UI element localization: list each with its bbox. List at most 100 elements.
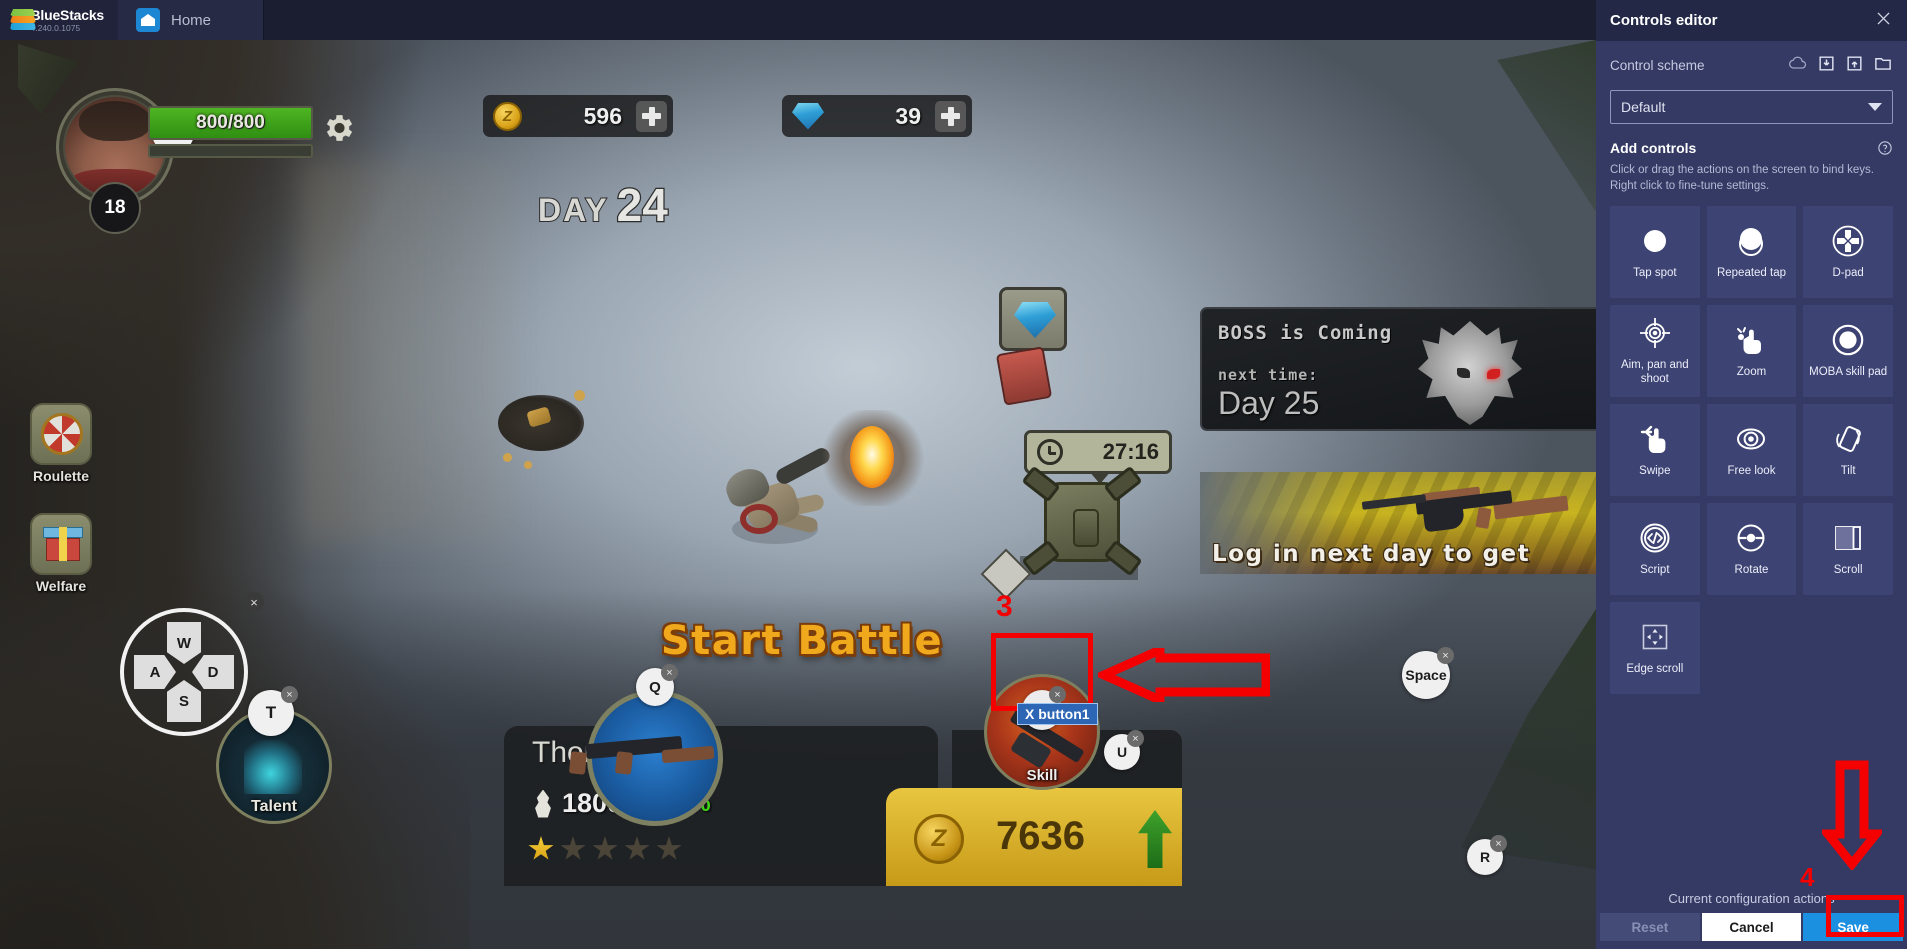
login-reward-banner[interactable]: Log in next day to get [1200,472,1596,574]
close-icon[interactable] [1874,9,1893,33]
help-circle-icon[interactable] [1877,140,1893,161]
dpad-right-key[interactable]: D [192,655,234,689]
keybind-q-remove-icon[interactable]: × [661,664,678,681]
cloud-sync-icon[interactable] [1788,53,1808,78]
explosion-effect [820,410,926,506]
keybind-q-label: Q [649,678,661,696]
gold-value: 596 [583,102,622,129]
loot-pile[interactable] [498,395,584,451]
tile-script[interactable]: Script [1610,503,1700,596]
tab-home[interactable]: Home [118,0,264,40]
upgrade-arrow-icon[interactable] [1138,810,1172,868]
turret-sprite[interactable] [1021,465,1143,577]
star-filled [528,836,554,860]
keybind-q[interactable]: Q × [636,664,678,706]
zoom-icon [1735,323,1767,357]
add-controls-title: Add controls [1610,140,1697,156]
tile-d-pad[interactable]: D-pad [1803,206,1893,299]
talent-glow-icon [244,740,302,794]
dpad-left-key[interactable]: A [134,655,176,689]
start-battle-button[interactable]: Start Battle [627,618,977,664]
rotate-icon [1735,521,1767,555]
cancel-button[interactable]: Cancel [1701,913,1802,941]
scroll-icon [1833,521,1863,555]
keybind-space[interactable]: Space × [1402,647,1454,699]
control-scheme-label: Control scheme [1610,58,1705,73]
roulette-wheel-icon [30,403,92,465]
keybind-r[interactable]: R × [1467,835,1507,875]
keybind-t-remove-icon[interactable]: × [281,686,298,703]
control-scheme-select[interactable]: Default [1610,90,1893,124]
keybind-r-label: R [1479,849,1491,865]
export-icon[interactable] [1845,54,1864,78]
tile-edge-scroll[interactable]: Edge scroll [1610,602,1700,695]
selected-control-tag[interactable]: X button1 [1017,703,1098,725]
side-button-welfare[interactable]: Welfare [30,513,92,594]
dpad-up-key[interactable]: W [167,622,201,664]
controls-tile-grid: Tap spot Repeated tap D-pad Aim, pan and… [1596,194,1907,695]
side-button-roulette[interactable]: Roulette [30,403,92,484]
gold-coin-icon: Z [493,101,522,131]
currency-gem[interactable]: 39 [782,95,972,137]
boss-next-value: Day 25 [1218,385,1320,421]
star-empty [624,836,650,860]
login-banner-text: Log in next day to get [1212,541,1531,567]
add-controls-section: Add controls Click or drag the actions o… [1596,124,1907,194]
tile-scroll[interactable]: Scroll [1803,503,1893,596]
gold-reward-panel[interactable]: Z 7636 [886,788,1182,886]
gold-add-button[interactable] [636,100,667,132]
keybind-u[interactable]: U × [1104,730,1144,770]
settings-gear-icon[interactable] [320,110,356,146]
control-scheme-value: Default [1621,99,1666,115]
tile-zoom[interactable]: Zoom [1706,305,1797,398]
dpad-down-key[interactable]: S [167,680,201,722]
chevron-down-icon[interactable] [1868,103,1882,111]
keybind-t[interactable]: T × [248,686,298,736]
annotation-arrow-down [1818,760,1886,872]
swipe-icon [1639,422,1671,456]
game-viewport[interactable]: 18 P × 800/800 Z 596 39 [0,40,1596,949]
control-scheme-actions [1788,53,1893,78]
boss-banner[interactable]: BOSS is Coming next time: Day 25 [1200,307,1596,431]
tile-rotate[interactable]: Rotate [1706,503,1797,596]
talent-label: Talent [251,798,297,815]
reset-button[interactable]: Reset [1600,913,1700,941]
tile-swipe[interactable]: Swipe [1610,404,1700,497]
boss-title: BOSS is Coming [1218,322,1393,344]
tile-tilt-label: Tilt [1840,464,1856,477]
free-look-icon [1735,422,1767,456]
tile-tap-spot[interactable]: Tap spot [1610,206,1700,299]
tile-free-look[interactable]: Free look [1706,404,1797,497]
import-icon[interactable] [1817,54,1836,78]
star-empty [656,836,682,860]
currency-gold[interactable]: Z 596 [483,95,673,137]
day-number: 24 [615,178,669,233]
tile-free-look-label: Free look [1727,464,1776,477]
player-hp-bar: 800/800 [148,106,313,140]
add-controls-subtitle: Click or drag the actions on the screen … [1610,164,1875,192]
player-hp-text: 800/800 [196,112,265,133]
aim-pan-shoot-icon [1639,316,1671,350]
brand-name: BlueStacks [30,6,105,23]
keybind-space-remove-icon[interactable]: × [1437,647,1454,664]
dpad-remove-icon[interactable]: × [244,592,264,612]
star-empty [560,836,586,860]
panel-title: Controls editor [1610,12,1718,29]
tile-repeated-tap[interactable]: Repeated tap [1706,206,1797,299]
tile-repeated-tap-label: Repeated tap [1716,266,1787,279]
tile-moba-skill-pad[interactable]: MOBA skill pad [1803,305,1893,398]
tile-aim-pan-shoot-label: Aim, pan and shoot [1620,358,1689,385]
folder-icon[interactable] [1873,54,1893,78]
gem-add-button[interactable] [935,100,966,132]
tile-tilt[interactable]: Tilt [1803,404,1893,497]
gem-pickup[interactable] [999,287,1067,351]
keybind-r-remove-icon[interactable]: × [1490,835,1507,852]
tile-moba-skill-pad-label: MOBA skill pad [1809,365,1888,378]
app-root: BlueStacks 4.240.0.1075 Home Dawn Crisis… [0,0,1907,949]
card-pickup[interactable] [995,346,1053,406]
home-icon [136,8,160,32]
tab-home-label: Home [171,11,212,29]
gold-coin-large-icon: Z [914,814,964,864]
keybind-u-remove-icon[interactable]: × [1127,730,1144,747]
tile-aim-pan-shoot[interactable]: Aim, pan and shoot [1610,305,1700,398]
